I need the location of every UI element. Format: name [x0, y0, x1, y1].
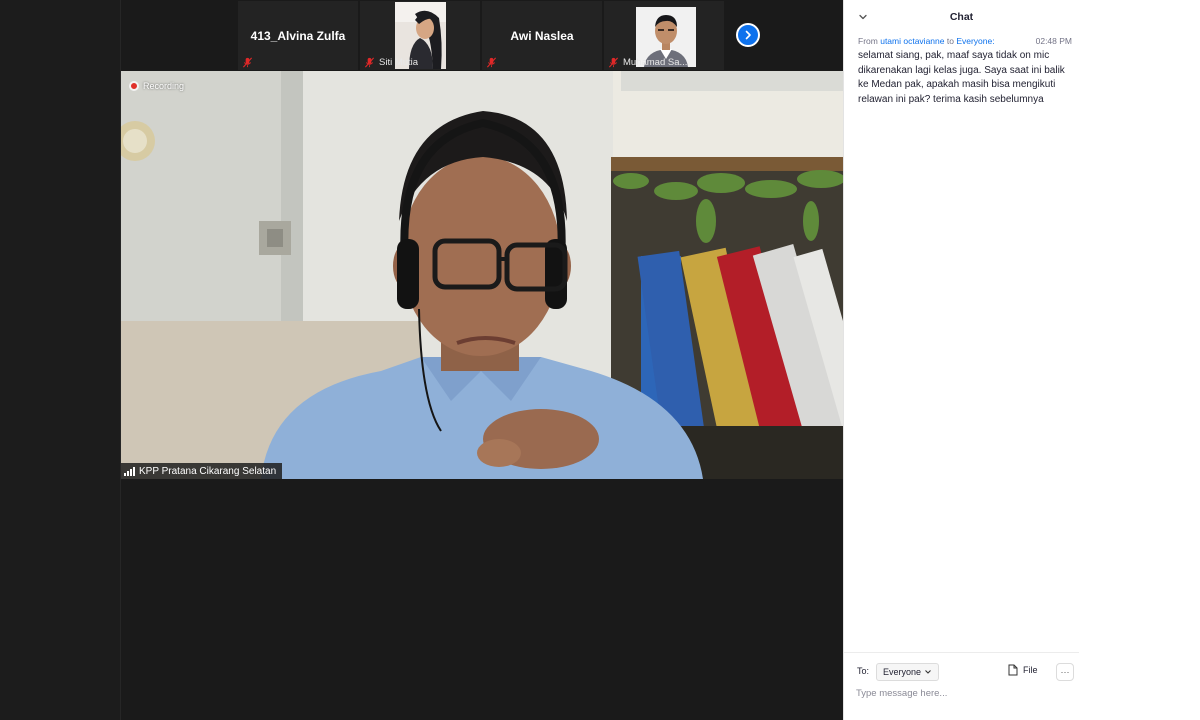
chevron-right-icon — [745, 30, 751, 40]
mic-muted-icon — [364, 57, 375, 68]
message-recipient[interactable]: Everyone: — [956, 36, 994, 46]
tile-footer: Siti Mutia — [364, 57, 418, 68]
sender-name[interactable]: utami octavianne — [880, 36, 944, 46]
active-speaker-video: Recording KPP Pratana Cikarang Selatan — [121, 71, 843, 479]
mic-muted-icon — [608, 57, 619, 68]
from-prefix: From — [858, 36, 878, 46]
left-gutter — [0, 0, 121, 720]
message-input[interactable] — [856, 684, 1070, 702]
next-participants-button[interactable] — [736, 23, 760, 47]
chat-panel: Chat From utami octavianne to Everyone: … — [843, 0, 1079, 720]
tile-footer: Muhamad Sa... — [608, 57, 687, 68]
file-icon — [1008, 664, 1018, 676]
active-speaker-name-tag: KPP Pratana Cikarang Selatan — [121, 463, 283, 479]
recording-dot-icon — [129, 81, 139, 91]
signal-icon — [124, 466, 135, 476]
chat-message-header: From utami octavianne to Everyone: 02:48… — [858, 36, 1072, 46]
message-time: 02:48 PM — [1035, 36, 1072, 46]
participant-name: Siti Mutia — [379, 57, 419, 68]
message-text: selamat siang, pak, maaf saya tidak on m… — [858, 50, 1065, 105]
participant-name: Muhamad Sa... — [623, 57, 688, 68]
mic-muted-icon — [242, 57, 253, 68]
participant-tile[interactable]: Muhamad Sa... — [604, 1, 724, 70]
chat-message-list: From utami octavianne to Everyone: 02:48… — [858, 36, 1072, 107]
participant-tile[interactable]: Awi Naslea — [482, 1, 602, 70]
file-label: File — [1023, 665, 1038, 675]
recipient-value: Everyone — [883, 667, 922, 677]
recording-label: Recording — [143, 81, 185, 91]
to-label: To: — [857, 666, 870, 676]
zoom-meeting-window: 413_Alvina Zulfa Siti Mutia Awi Naslea M… — [0, 0, 1200, 720]
chat-composer: To: Everyone File ··· — [844, 652, 1079, 720]
recipient-dropdown[interactable]: Everyone — [876, 663, 940, 681]
tile-footer — [242, 57, 253, 68]
file-button[interactable]: File — [1008, 664, 1038, 676]
active-speaker-name: KPP Pratana Cikarang Selatan — [139, 465, 277, 477]
to-word: to — [946, 36, 954, 46]
tile-footer — [486, 57, 497, 68]
right-margin — [1079, 0, 1200, 720]
participant-name: 413_Alvina Zulfa — [250, 29, 346, 43]
chat-title: Chat — [949, 11, 974, 23]
mic-muted-icon — [486, 57, 497, 68]
chat-message: From utami octavianne to Everyone: 02:48… — [858, 36, 1072, 107]
participant-thumbnail-strip: 413_Alvina Zulfa Siti Mutia Awi Naslea M… — [121, 0, 843, 71]
chevron-down-icon — [925, 670, 931, 674]
video-area: 413_Alvina Zulfa Siti Mutia Awi Naslea M… — [0, 0, 843, 720]
recording-indicator: Recording — [129, 81, 184, 91]
participant-tile[interactable]: Siti Mutia — [360, 1, 480, 70]
participant-tile[interactable]: 413_Alvina Zulfa — [238, 1, 358, 70]
more-options-button[interactable]: ··· — [1056, 663, 1074, 681]
participant-name: Awi Naslea — [510, 29, 574, 43]
speaker-video-frame — [121, 71, 843, 479]
